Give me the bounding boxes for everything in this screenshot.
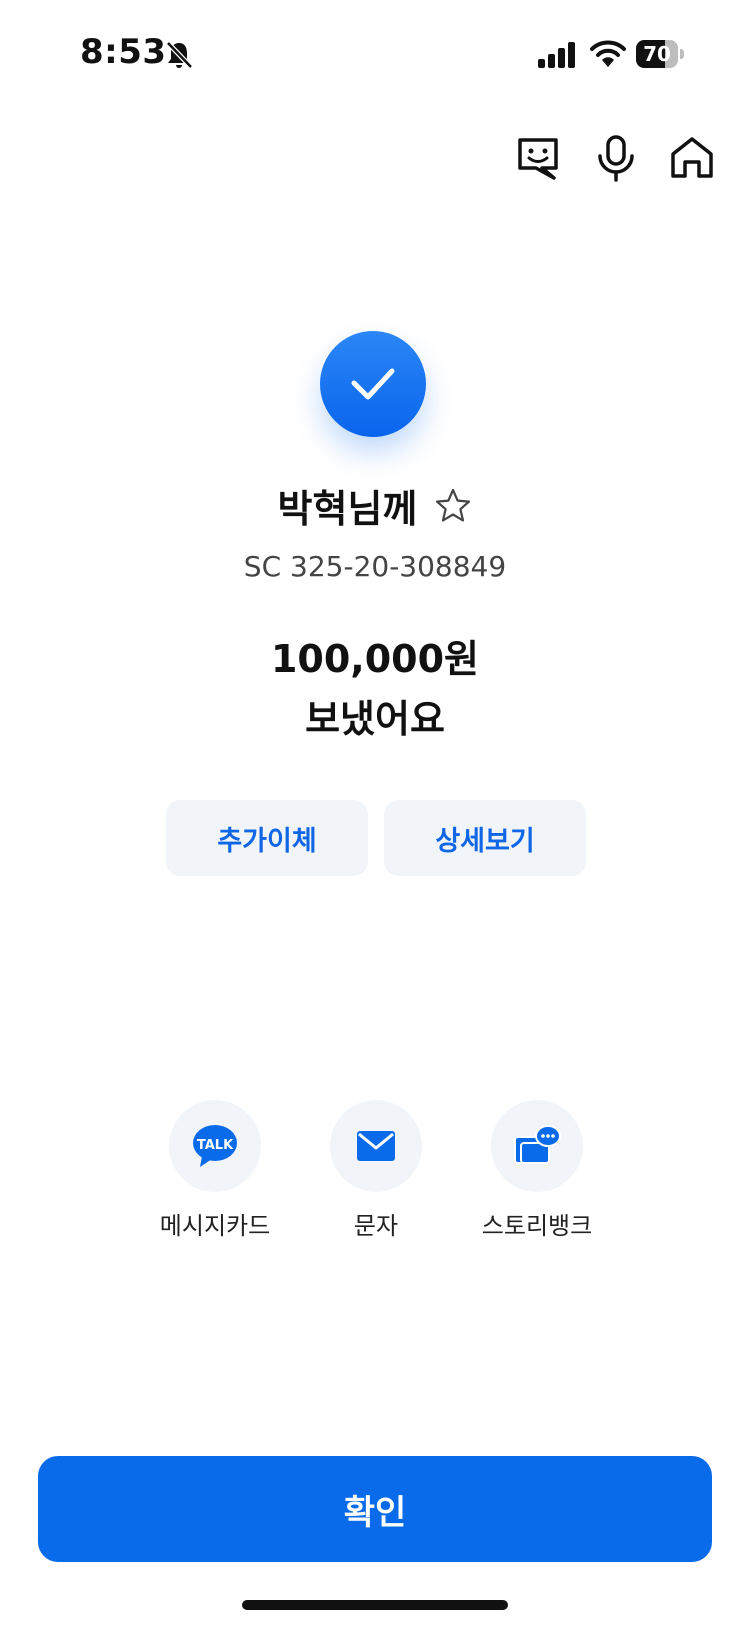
chat-face-icon[interactable] xyxy=(514,134,562,182)
kakao-talk-text: TALK xyxy=(197,1138,234,1153)
battery-percent: 70 xyxy=(643,42,671,66)
details-button[interactable]: 상세보기 xyxy=(384,800,586,876)
share-sms-label: 문자 xyxy=(353,1212,399,1240)
check-icon xyxy=(351,368,395,400)
kakao-talk-icon[interactable]: TALK xyxy=(169,1100,261,1192)
confirm-button[interactable]: 확인 xyxy=(38,1456,712,1562)
home-indicator[interactable] xyxy=(242,1600,508,1610)
wifi-icon xyxy=(590,40,626,67)
share-message-card[interactable]: TALK 메시지카드 xyxy=(130,1100,300,1241)
sent-message: 보냈어요 xyxy=(305,697,445,741)
additional-transfer-button[interactable]: 추가이체 xyxy=(166,800,368,876)
status-bar: 8:53 70 xyxy=(0,0,750,110)
recipient-row: 박혁님께 xyxy=(0,478,750,533)
mic-icon[interactable] xyxy=(592,134,640,182)
home-icon[interactable] xyxy=(668,134,716,182)
status-time: 8:53 xyxy=(80,32,167,72)
bell-slash-icon xyxy=(166,41,193,69)
signal-icon xyxy=(538,42,575,68)
recipient-name: 박혁님께 xyxy=(277,487,418,531)
share-story-bank[interactable]: 스토리뱅크 xyxy=(452,1100,622,1241)
battery-icon: 70 xyxy=(636,40,684,68)
star-outline-icon[interactable] xyxy=(434,487,472,525)
share-story-bank-label: 스토리뱅크 xyxy=(481,1212,593,1240)
share-sms[interactable]: 문자 xyxy=(291,1100,461,1241)
transfer-amount: 100,000원 xyxy=(270,637,480,681)
account-number: SC 325-20-308849 xyxy=(243,550,507,583)
share-message-card-label: 메시지카드 xyxy=(159,1212,271,1240)
story-bank-icon[interactable] xyxy=(491,1100,583,1192)
envelope-icon[interactable] xyxy=(330,1100,422,1192)
success-check xyxy=(320,331,426,437)
